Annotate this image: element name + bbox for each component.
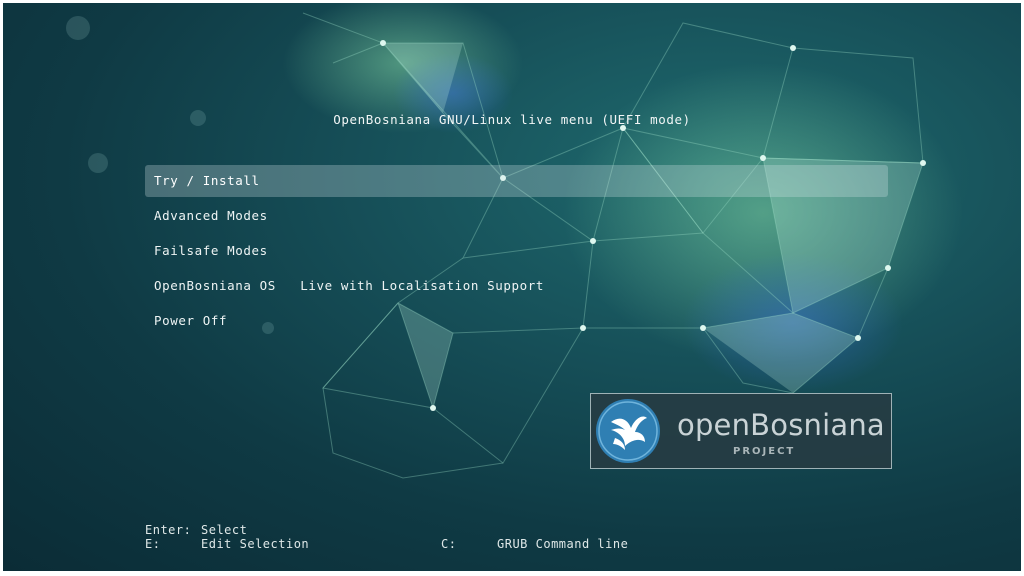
menu-item-power-off[interactable]: Power Off xyxy=(145,305,888,337)
logo-subtitle: PROJECT xyxy=(733,446,796,457)
help-action-command-line: GRUB Command line xyxy=(497,537,629,551)
help-key-enter: Enter: xyxy=(145,523,192,537)
menu-title: OpenBosniana GNU/Linux live menu (UEFI m… xyxy=(333,112,691,127)
menu-item-try-install[interactable]: Try / Install xyxy=(145,165,888,197)
help-key-e: E: xyxy=(145,537,161,551)
menu-item-advanced-modes[interactable]: Advanced Modes xyxy=(145,200,888,232)
boot-menu: Try / Install Advanced Modes Failsafe Mo… xyxy=(145,165,888,340)
help-action-edit: Edit Selection xyxy=(201,537,310,551)
grub-boot-screen: OpenBosniana GNU/Linux live menu (UEFI m… xyxy=(3,3,1021,571)
bird-logo-icon xyxy=(596,399,660,463)
help-row-enter: Enter: Select xyxy=(145,523,247,537)
menu-item-failsafe-modes[interactable]: Failsafe Modes xyxy=(145,235,888,267)
menu-item-localisation-support[interactable]: OpenBosniana OS Live with Localisation S… xyxy=(145,270,888,302)
keyboard-help: Enter: Select E: Edit Selection C: GRUB … xyxy=(145,523,628,551)
openbosniana-logo: openBosniana PROJECT xyxy=(590,393,892,469)
help-action-select: Select xyxy=(201,523,248,537)
logo-wordmark: openBosniana xyxy=(677,408,885,442)
help-key-c: C: xyxy=(441,537,457,551)
help-row-edit: E: Edit Selection C: GRUB Command line xyxy=(145,537,628,551)
